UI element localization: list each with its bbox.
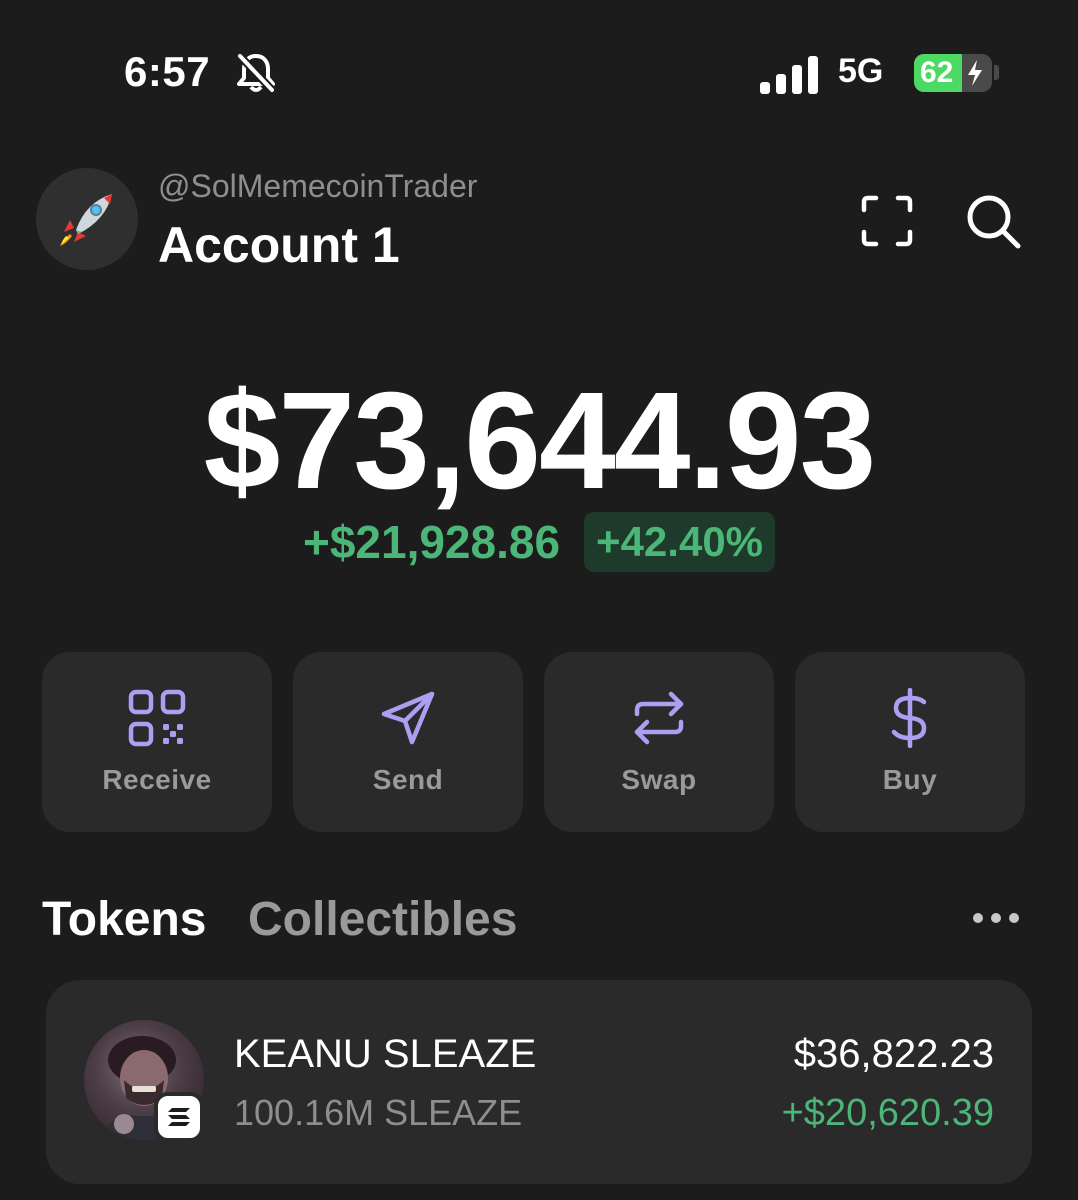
token-value: $36,822.23 bbox=[793, 1032, 994, 1076]
buy-label: Buy bbox=[882, 764, 938, 795]
paper-plane-icon bbox=[381, 691, 435, 745]
dollar-icon bbox=[891, 688, 927, 748]
account-handle[interactable]: @SolMemecoinTrader bbox=[158, 168, 477, 205]
receive-button[interactable]: Receive bbox=[42, 652, 272, 832]
token-name: KEANU SLEAZE bbox=[234, 1032, 537, 1076]
wallet-screen: 6:57 5G 62 @SolMemecoinTrader Account 1 … bbox=[0, 0, 1078, 1200]
signal-bars-icon bbox=[760, 56, 818, 94]
account-name[interactable]: Account 1 bbox=[158, 216, 400, 274]
more-dots-icon[interactable] bbox=[970, 904, 1022, 932]
token-amount: 100.16M SLEAZE bbox=[234, 1092, 523, 1133]
send-label: Send bbox=[372, 764, 444, 795]
rocket-icon bbox=[60, 194, 112, 246]
balance-change-percent: +42.40% bbox=[584, 512, 776, 572]
send-button[interactable]: Send bbox=[293, 652, 523, 832]
battery-percent: 62 bbox=[920, 56, 954, 89]
solana-glyph bbox=[168, 1108, 190, 1126]
total-balance: $73,644.93 bbox=[203, 364, 877, 518]
swap-arrows-icon bbox=[634, 691, 684, 745]
token-row[interactable]: KEANU SLEAZE 100.16M SLEAZE $36,822.23 +… bbox=[46, 980, 1032, 1184]
swap-label: Swap bbox=[621, 764, 697, 795]
balance-change-amount: +$21,928.86 bbox=[302, 516, 561, 568]
network-label: 5G bbox=[838, 52, 884, 90]
receive-label: Receive bbox=[102, 764, 212, 795]
scan-frame-icon[interactable] bbox=[856, 190, 918, 252]
solana-icon bbox=[154, 1092, 204, 1142]
battery-icon: 62 bbox=[914, 54, 992, 92]
tab-collectibles[interactable]: Collectibles bbox=[248, 892, 517, 947]
status-time: 6:57 bbox=[124, 48, 211, 95]
charging-bolt-icon bbox=[968, 60, 982, 86]
swap-button[interactable]: Swap bbox=[544, 652, 774, 832]
balance-change-row: +$21,928.86 +42.40% bbox=[0, 512, 1078, 572]
search-icon[interactable] bbox=[962, 190, 1024, 252]
bell-slash-icon bbox=[237, 53, 275, 93]
buy-button[interactable]: Buy bbox=[795, 652, 1025, 832]
qr-code-icon bbox=[128, 689, 186, 747]
battery-cap bbox=[994, 65, 999, 80]
token-change: +$20,620.39 bbox=[781, 1092, 994, 1134]
tab-tokens[interactable]: Tokens bbox=[42, 892, 206, 947]
account-avatar[interactable] bbox=[36, 168, 138, 270]
